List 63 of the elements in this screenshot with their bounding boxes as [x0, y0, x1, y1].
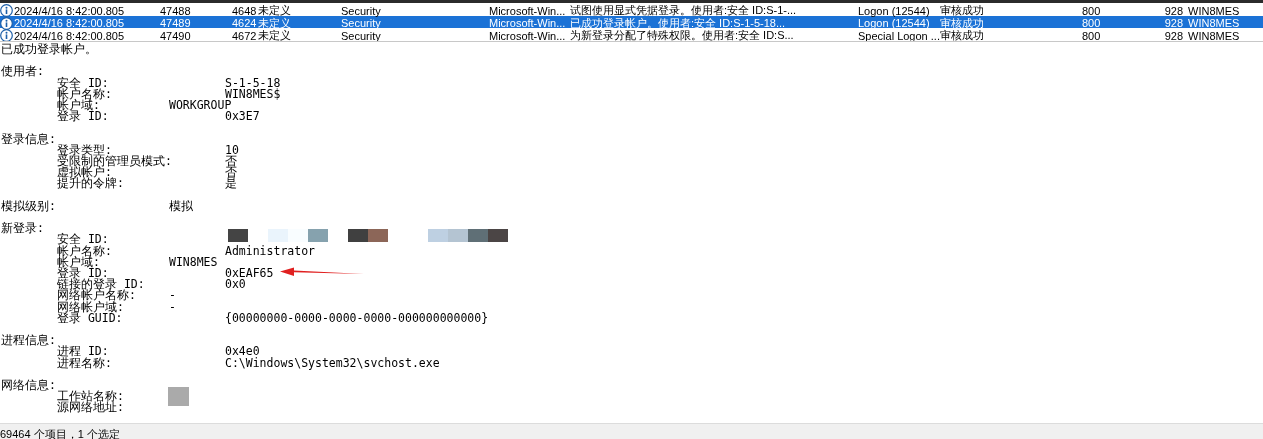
- info-icon: [0, 4, 13, 17]
- table-cell-text: WIN8MES: [1187, 4, 1241, 17]
- section-heading: 模拟级别:: [1, 198, 56, 213]
- field-value: WIN8MES: [169, 254, 218, 269]
- info-icon: [0, 16, 13, 30]
- section-heading: 进程信息:: [1, 333, 56, 348]
- section-heading: 使用者:: [1, 64, 44, 79]
- status-text: 69464 个项目，1 个选定: [0, 427, 120, 439]
- section-heading: 网络信息:: [1, 378, 56, 392]
- table-cell-text: 47488: [160, 4, 192, 17]
- table-cell-text: 800: [1082, 17, 1102, 30]
- section-heading: 登录信息:: [1, 131, 56, 146]
- table-cell-text: 47489: [160, 17, 192, 30]
- field-value: WIN8MES$: [225, 86, 281, 101]
- field-value: {00000000-0000-0000-0000-000000000000}: [225, 310, 489, 325]
- table-cell-text: 800: [1082, 29, 1102, 41]
- table-cell-text: 审核成功: [940, 3, 985, 18]
- table-cell-text: 审核成功: [940, 28, 985, 41]
- table-cell-text: 未定义: [258, 3, 292, 18]
- table-cell-text: 47490: [160, 29, 192, 41]
- field-value: 0x0: [225, 277, 246, 292]
- table-cell-text: 未定义: [258, 16, 292, 30]
- info-icon: [0, 29, 13, 41]
- table-cell-text: 2024/4/16 8:42:00.805: [14, 17, 126, 30]
- section-value: 模拟: [169, 198, 193, 213]
- table-cell-text: Microsoft-Win...: [489, 29, 567, 41]
- summary-text: 已成功登录帐户。: [1, 42, 97, 56]
- field-value: Administrator: [225, 243, 315, 258]
- field-label: 帐户域:: [57, 98, 100, 112]
- table-cell-text: 为新登录分配了特殊权限。使用者:安全 ID:S...: [570, 28, 795, 41]
- field-value: 否: [225, 154, 237, 168]
- table-cell-text: Security: [341, 29, 382, 41]
- table-cell-text: 2024/4/16 8:42:00.805: [14, 4, 126, 17]
- table-cell-text: 已成功登录帐户。使用者:安全 ID:S-1-5-18...: [570, 16, 787, 30]
- table-cell-text: Security: [341, 17, 382, 30]
- table-row[interactable]: 2024/4/16 8:42:00.805 47488 4648未定义 Security Microsoft-Win... 试图使用显式凭据登录。使用者:安全 ID:S-1-... Logon (12544) 审核成功 800 928 WIN8MES: [0, 3, 1263, 16]
- table-cell: 4648: [232, 4, 258, 17]
- table-cell-text: Microsoft-Win...: [489, 4, 567, 17]
- table-cell-text: 800: [1082, 4, 1102, 17]
- table-row[interactable]: 2024/4/16 8:42:00.805 47490 4672未定义 Security Microsoft-Win... 为新登录分配了特殊权限。使用者:安全 ID:S... Special Logon ...审核成功 800 928 WIN8MES: [0, 28, 1263, 41]
- field-value: 0xEAF65: [225, 266, 274, 280]
- table-cell-text: 928: [1163, 29, 1183, 41]
- table-cell-text: WIN8MES: [1187, 29, 1241, 41]
- table-cell-text: 未定义: [258, 28, 292, 41]
- section-heading: 新登录:: [1, 221, 44, 236]
- table-cell-text: 928: [1163, 17, 1183, 30]
- table-cell-text: 审核成功: [940, 16, 985, 30]
- table-cell-text: Logon (12544): [858, 17, 931, 30]
- table-cell-text: Microsoft-Win...: [489, 17, 567, 30]
- table-cell-text: 2024/4/16 8:42:00.805: [14, 29, 126, 41]
- table-cell: 4624: [232, 17, 258, 30]
- table-cell-text: 试图使用显式凭据登录。使用者:安全 ID:S-1-...: [570, 3, 798, 18]
- redaction-block: [168, 387, 189, 407]
- field-value: 0x3E7: [225, 109, 260, 124]
- field-value: WORKGROUP: [169, 98, 232, 112]
- table-cell-text: WIN8MES: [1187, 17, 1241, 30]
- table-cell: 4672: [232, 29, 258, 41]
- table-cell-text: Security: [341, 4, 382, 17]
- field-value: C:\Windows\System32\svchost.exe: [225, 355, 440, 370]
- table-cell-text: 928: [1163, 4, 1183, 17]
- table-cell: Special Logon ...: [858, 29, 940, 41]
- field-label: 受限制的管理员模式:: [57, 154, 172, 168]
- table-cell-text: Logon (12544): [858, 4, 931, 17]
